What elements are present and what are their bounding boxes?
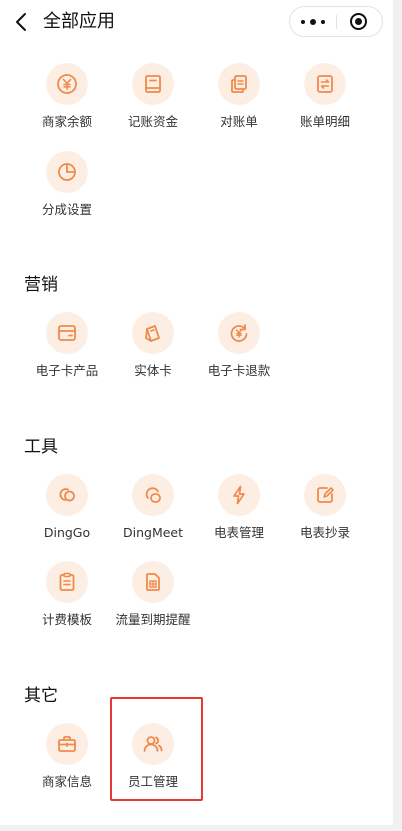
section-title-tools: 工具 <box>24 437 58 457</box>
app-label: DingGo <box>43 525 91 540</box>
app-staff-management[interactable]: 员工管理 <box>110 723 196 801</box>
app-data-expiry-reminder[interactable]: 流量到期提醒 <box>110 561 196 639</box>
app-label: 商家信息 <box>41 774 92 789</box>
users-icon <box>132 723 174 765</box>
app-dingmeet[interactable]: DingMeet <box>110 474 196 552</box>
app-e-card-refund[interactable]: 电子卡退款 <box>196 312 282 390</box>
app-e-card-products[interactable]: 电子卡产品 <box>24 312 110 390</box>
app-meter-reading[interactable]: 电表抄录 <box>282 474 368 552</box>
document-copy-icon <box>218 63 260 105</box>
section-title-other: 其它 <box>24 686 58 706</box>
app-bill-details[interactable]: 账单明细 <box>282 63 368 141</box>
app-label: 记账资金 <box>127 114 178 129</box>
dingmeet-icon <box>132 474 174 516</box>
app-merchant-balance[interactable]: 商家余额 <box>24 63 110 141</box>
ledger-book-icon <box>132 63 174 105</box>
app-label: 商家余额 <box>41 114 92 129</box>
app-physical-card[interactable]: 实体卡 <box>110 312 196 390</box>
edit-note-icon <box>304 474 346 516</box>
app-label: 电表抄录 <box>299 525 350 540</box>
app-revenue-share-settings[interactable]: 分成设置 <box>24 151 110 229</box>
more-button[interactable] <box>290 7 336 36</box>
app-merchant-info[interactable]: 商家信息 <box>24 723 110 801</box>
dinggo-icon <box>46 474 88 516</box>
pie-chart-icon <box>46 151 88 193</box>
app-label: 流量到期提醒 <box>115 612 191 627</box>
app-meter-management[interactable]: 电表管理 <box>196 474 282 552</box>
app-label: 计费模板 <box>41 612 92 627</box>
app-label: 实体卡 <box>134 363 172 378</box>
target-icon-core <box>355 18 362 25</box>
app-label: 电子卡退款 <box>207 363 271 378</box>
app-label: DingMeet <box>122 525 184 540</box>
more-dots-icon-right <box>321 20 325 24</box>
app-label: 电子卡产品 <box>35 363 99 378</box>
app-billing-template[interactable]: 计费模板 <box>24 561 110 639</box>
yen-coin-icon <box>46 63 88 105</box>
app-dinggo[interactable]: DingGo <box>24 474 110 552</box>
section-title-marketing: 营销 <box>24 275 58 295</box>
app-label: 员工管理 <box>127 774 178 789</box>
physical-card-icon <box>132 312 174 354</box>
chevron-left-icon <box>16 13 26 31</box>
sim-card-icon <box>132 561 174 603</box>
back-button[interactable] <box>10 8 34 36</box>
more-dots-icon-center <box>310 19 316 25</box>
bottom-edge <box>0 825 402 831</box>
app-label: 电表管理 <box>213 525 264 540</box>
app-bookkeeping-funds[interactable]: 记账资金 <box>110 63 196 141</box>
app-label: 账单明细 <box>299 114 350 129</box>
page-title: 全部应用 <box>43 11 115 32</box>
more-dots-icon <box>301 20 305 24</box>
refund-cycle-icon <box>218 312 260 354</box>
mini-program-capsule <box>289 6 383 37</box>
app-statement[interactable]: 对账单 <box>196 63 282 141</box>
briefcase-icon <box>46 723 88 765</box>
card-wallet-icon <box>46 312 88 354</box>
close-miniprogram-button[interactable] <box>337 7 382 36</box>
lightning-icon <box>218 474 260 516</box>
app-label: 分成设置 <box>41 202 92 217</box>
app-label: 对账单 <box>220 114 258 129</box>
scrollbar-track <box>393 0 402 831</box>
nav-bar: 全部应用 <box>0 0 393 44</box>
clipboard-icon <box>46 561 88 603</box>
bill-detail-icon <box>304 63 346 105</box>
